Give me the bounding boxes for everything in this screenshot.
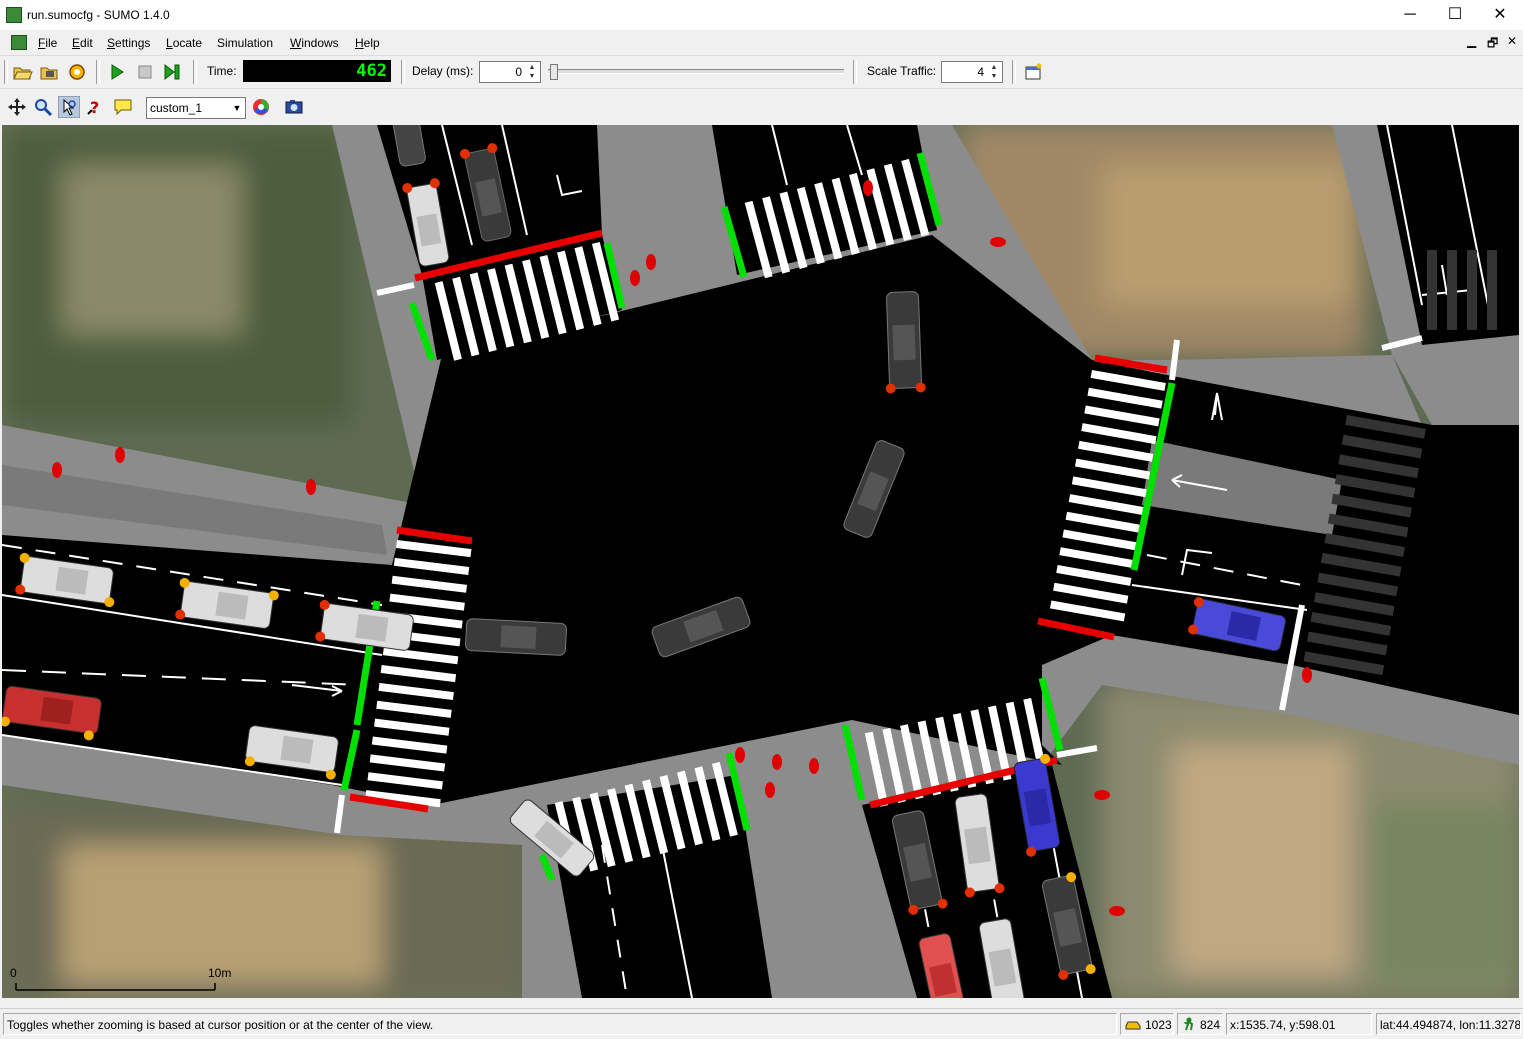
delay-slider-thumb[interactable]: [550, 64, 558, 80]
person-count: 824: [1200, 1018, 1221, 1032]
scale-traffic-label: Scale Traffic:: [867, 64, 937, 78]
delay-value: 0: [515, 65, 522, 79]
color-scheme-select[interactable]: custom_1 ▼: [146, 97, 246, 119]
person-icon: [1183, 1017, 1194, 1031]
delay-slider[interactable]: [548, 64, 844, 80]
mdi-close-button[interactable]: ✕: [1507, 34, 1517, 48]
open-simulation-icon[interactable]: [11, 61, 33, 83]
recenter-view-icon[interactable]: [6, 96, 28, 118]
run-icon[interactable]: [106, 61, 128, 83]
view-toolbar: ? custom_1 ▼: [0, 92, 1523, 122]
toolbar-separator: [401, 60, 405, 84]
vehicle-count: 1023: [1145, 1018, 1172, 1032]
time-value: 462: [356, 61, 387, 81]
delay-label: Delay (ms):: [412, 64, 474, 78]
person-count-box: 824: [1177, 1013, 1223, 1035]
scale-bar-end: 10m: [208, 966, 231, 980]
simulation-view[interactable]: 0 10m: [2, 125, 1519, 998]
document-icon[interactable]: [11, 35, 27, 50]
scale-traffic-value: 4: [977, 65, 984, 79]
step-icon[interactable]: [161, 61, 183, 83]
vehicle-count-box: 1023: [1120, 1013, 1174, 1035]
window-title: run.sumocfg - SUMO 1.4.0: [27, 8, 170, 22]
open-network-icon[interactable]: [38, 61, 60, 83]
minimize-button[interactable]: ─: [1387, 0, 1433, 30]
car-icon: [1125, 1021, 1141, 1030]
menu-bar: File Edit Settings Locate Simulation Win…: [0, 31, 1523, 53]
mdi-minimize-button[interactable]: ▁: [1467, 34, 1476, 48]
toolbar-separator: [193, 60, 197, 84]
color-scheme-value: custom_1: [150, 101, 203, 115]
zoom-style-toggle-icon[interactable]: [58, 96, 80, 118]
chevron-down-icon[interactable]: ▼: [230, 99, 244, 117]
menu-windows[interactable]: Windows: [290, 36, 339, 50]
xy-coordinates: x:1535.74, y:598.01: [1230, 1018, 1336, 1032]
network-map: 0 10m: [2, 125, 1519, 998]
new-view-icon[interactable]: [1022, 61, 1044, 83]
spinner-arrows-icon[interactable]: ▲ ▼: [987, 63, 1001, 81]
close-button[interactable]: ✕: [1477, 0, 1523, 30]
status-message-box: Toggles whether zooming is based at curs…: [3, 1013, 1117, 1035]
status-bar: Toggles whether zooming is based at curs…: [0, 1008, 1523, 1039]
delay-spinner[interactable]: 0 ▲ ▼: [479, 61, 541, 83]
simulation-toolbar: Time: 462 Delay (ms): 0 ▲ ▼ Scale Traffic…: [0, 55, 1523, 89]
query-tool-icon[interactable]: ?: [85, 96, 107, 118]
reload-icon[interactable]: [66, 61, 88, 83]
menu-file[interactable]: File: [38, 36, 57, 50]
time-display: 462: [243, 60, 391, 82]
tooltip-toggle-icon[interactable]: [112, 96, 134, 118]
edit-coloring-icon[interactable]: [250, 96, 272, 118]
mdi-restore-button[interactable]: 🗗: [1487, 34, 1498, 55]
menu-help[interactable]: Help: [355, 36, 380, 50]
menu-edit[interactable]: Edit: [72, 36, 93, 50]
stop-icon[interactable]: [134, 61, 156, 83]
time-label: Time:: [207, 64, 237, 78]
sumo-app-icon: [6, 7, 22, 23]
geo-coordinates: lat:44.494874, lon:11.327877: [1380, 1018, 1521, 1032]
screenshot-icon[interactable]: [283, 96, 305, 118]
status-message: Toggles whether zooming is based at curs…: [7, 1018, 434, 1032]
spinner-arrows-icon[interactable]: ▲ ▼: [525, 63, 539, 81]
svg-text:?: ?: [90, 98, 99, 117]
toolbar-separator: [853, 60, 857, 84]
zoom-icon[interactable]: [32, 96, 54, 118]
geo-coordinates-box: lat:44.494874, lon:11.327877: [1376, 1013, 1521, 1035]
scale-traffic-spinner[interactable]: 4 ▲ ▼: [941, 61, 1003, 83]
toolbar-grip: [4, 60, 8, 84]
menu-simulation[interactable]: Simulation: [217, 36, 273, 50]
toolbar-separator: [96, 60, 100, 84]
maximize-button[interactable]: ☐: [1432, 0, 1478, 30]
delay-slider-track: [548, 69, 844, 74]
toolbar-separator: [1012, 60, 1016, 84]
menu-settings[interactable]: Settings: [107, 36, 150, 50]
scale-bar-start: 0: [10, 966, 17, 980]
title-bar: run.sumocfg - SUMO 1.4.0 ─ ☐ ✕: [0, 0, 1523, 30]
xy-coordinates-box: x:1535.74, y:598.01: [1226, 1013, 1372, 1035]
vehicle: [465, 618, 567, 656]
vehicle: [885, 291, 926, 394]
menu-locate[interactable]: Locate: [166, 36, 202, 50]
